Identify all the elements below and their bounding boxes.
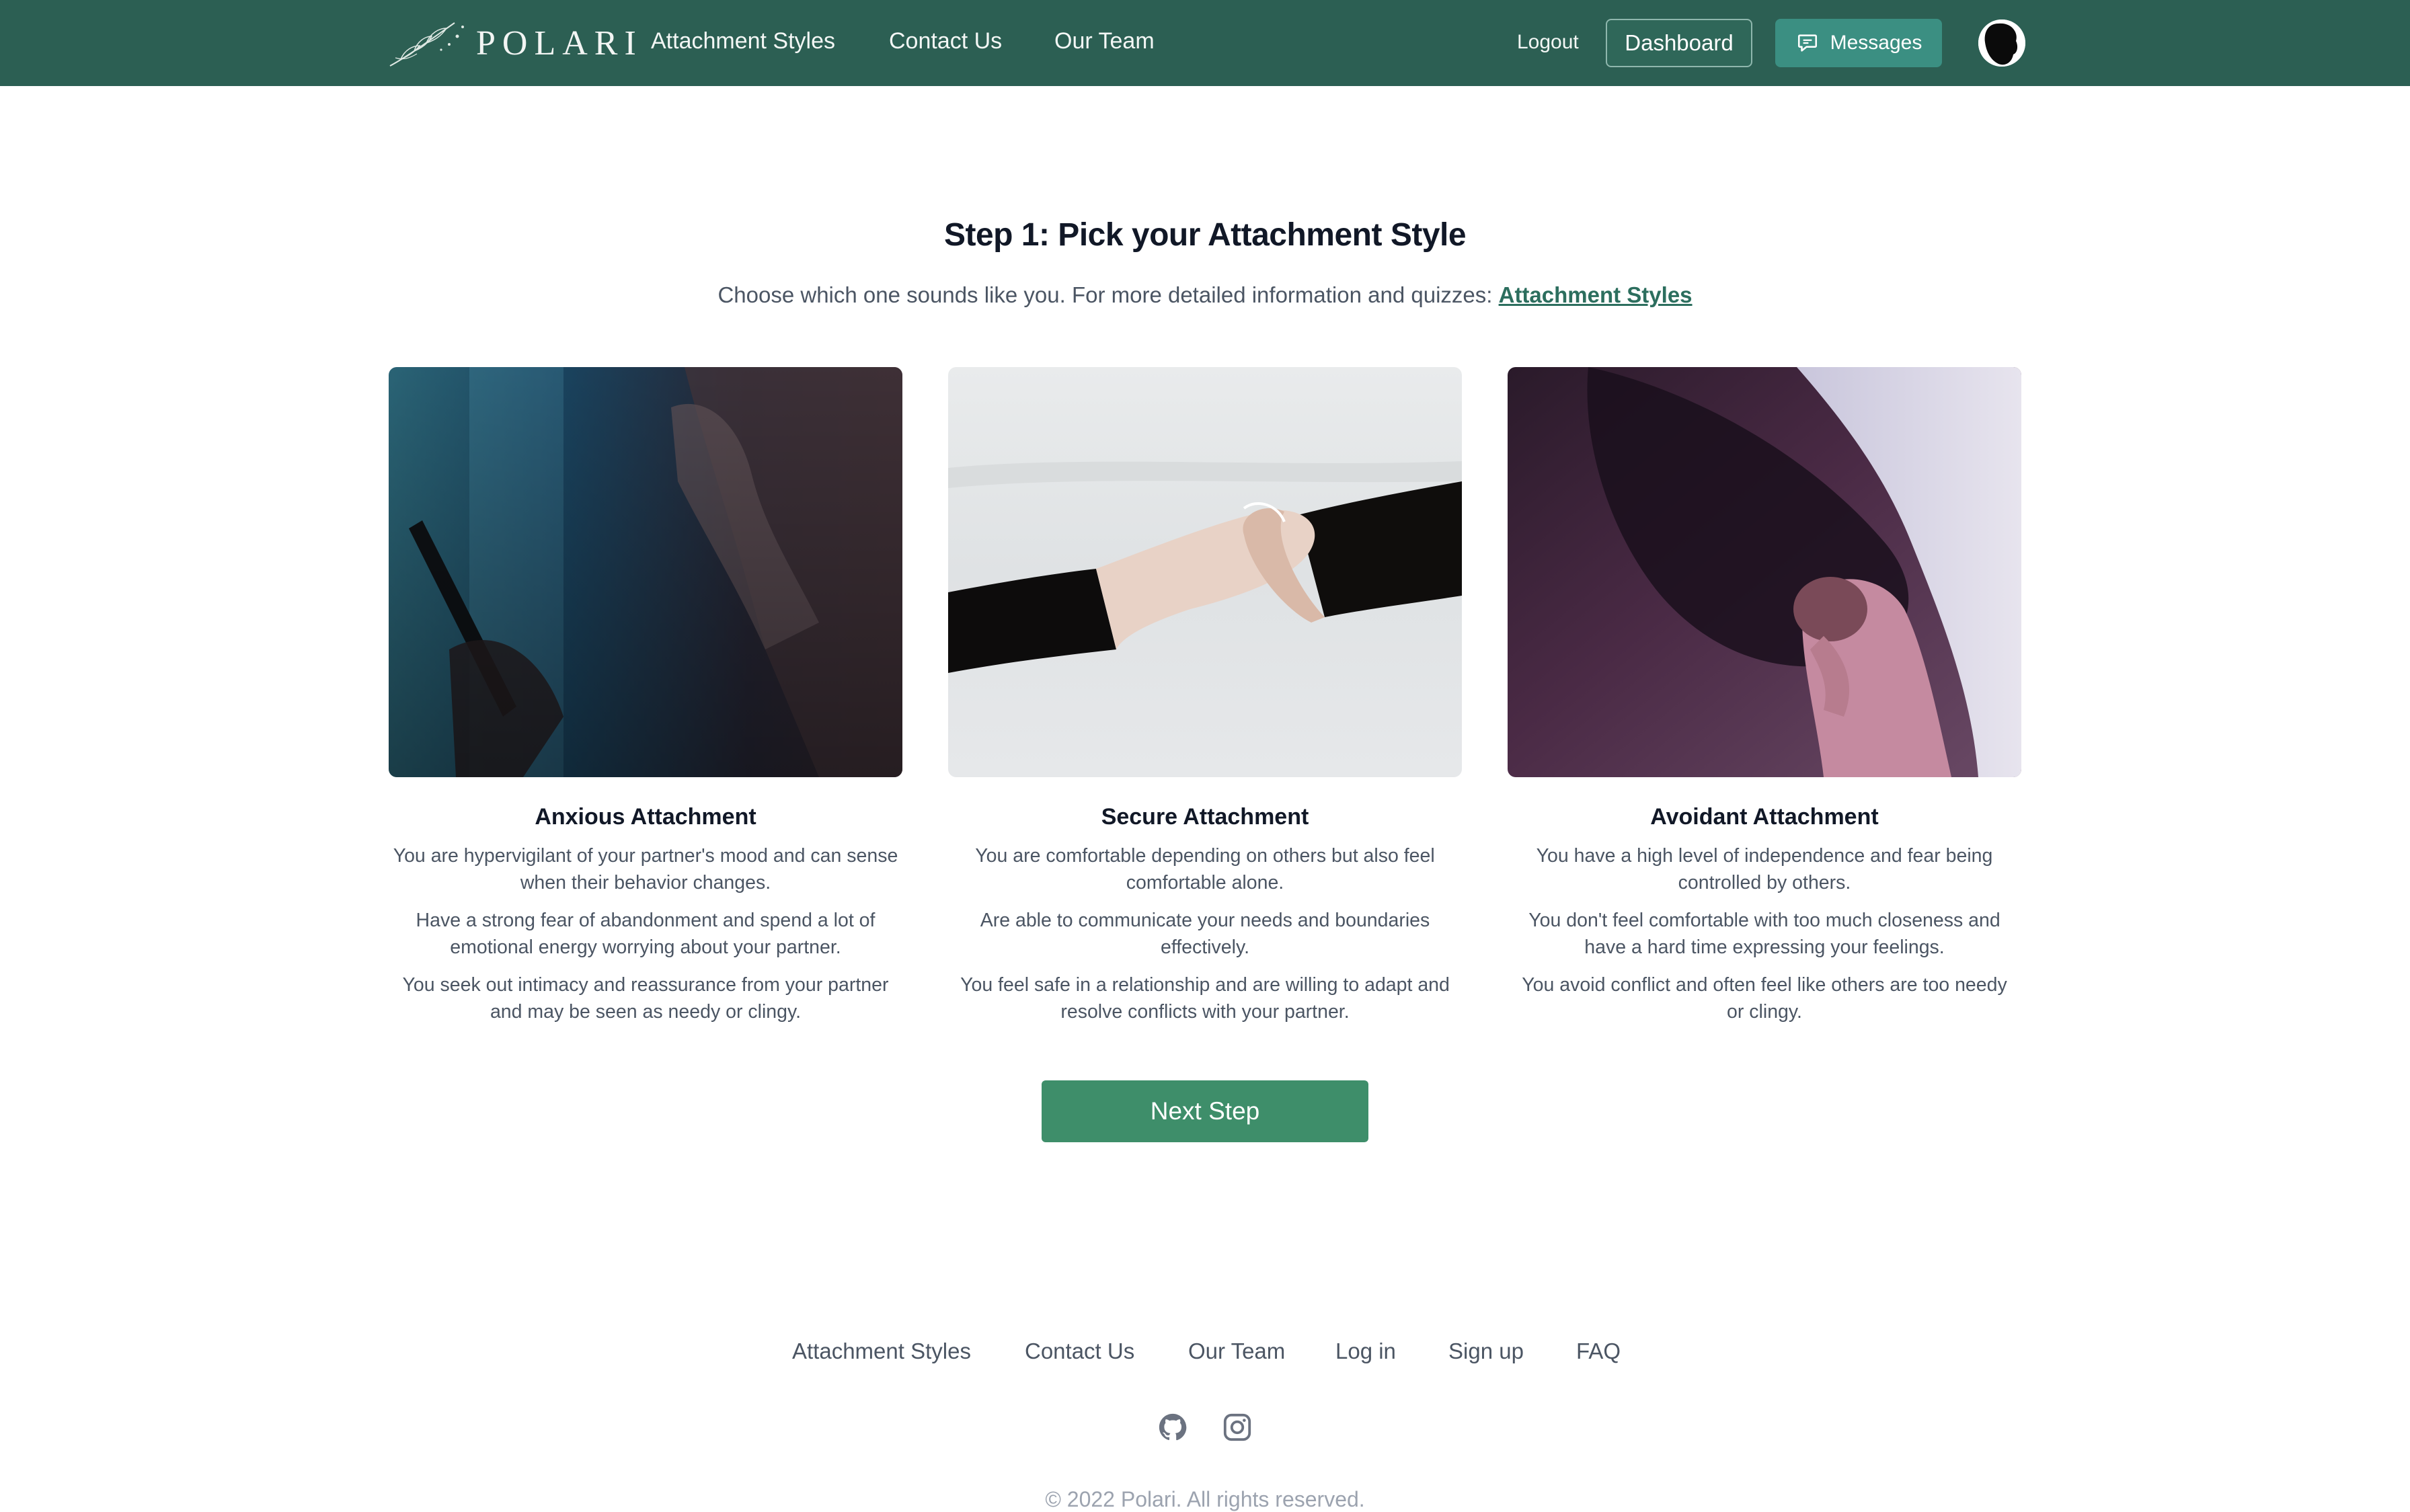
card-title: Secure Attachment — [1101, 804, 1309, 830]
instagram-icon[interactable] — [1222, 1412, 1253, 1443]
attachment-styles-link[interactable]: Attachment Styles — [1499, 282, 1693, 307]
anxious-attachment-image — [389, 367, 902, 777]
avoidant-attachment-image — [1508, 367, 2021, 777]
user-avatar[interactable] — [1978, 19, 2025, 67]
card-description: You don't feel comfortable with too much… — [1528, 910, 2000, 958]
footer-link-sign-up[interactable]: Sign up — [1448, 1339, 1524, 1364]
top-navbar: POLARI Attachment Styles Contact Us Our … — [0, 0, 2410, 86]
card-description: You have a high level of independence an… — [1536, 845, 1993, 893]
messages-label: Messages — [1830, 32, 1922, 54]
github-icon[interactable] — [1157, 1412, 1188, 1443]
card-description: You are comfortable depending on others … — [975, 845, 1435, 893]
footer-link-contact-us[interactable]: Contact Us — [1025, 1339, 1134, 1364]
chat-bubble-icon — [1797, 34, 1817, 52]
secure-attachment-image — [948, 367, 1462, 777]
nav-link-our-team[interactable]: Our Team — [1054, 28, 1155, 54]
next-step-button[interactable]: Next Step — [1042, 1080, 1368, 1142]
footer-link-attachment-styles[interactable]: Attachment Styles — [792, 1339, 971, 1364]
card-description: You are hypervigilant of your partner's … — [393, 845, 898, 893]
card-title: Avoidant Attachment — [1650, 804, 1879, 830]
brand-logo[interactable]: POLARI — [387, 16, 643, 70]
card-description: You seek out intimacy and reassurance fr… — [402, 974, 889, 1023]
footer-link-our-team[interactable]: Our Team — [1188, 1339, 1285, 1364]
nav-link-contact-us[interactable]: Contact Us — [889, 28, 1002, 54]
nav-link-attachment-styles[interactable]: Attachment Styles — [651, 28, 835, 54]
brand-name: POLARI — [476, 24, 643, 63]
footer-link-faq[interactable]: FAQ — [1576, 1339, 1621, 1364]
page-title: Step 1: Pick your Attachment Style — [943, 217, 1467, 253]
footer-link-log-in[interactable]: Log in — [1335, 1339, 1396, 1364]
card-title: Anxious Attachment — [535, 804, 756, 830]
card-description: Have a strong fear of abandonment and sp… — [416, 910, 876, 958]
dashboard-button[interactable]: Dashboard — [1606, 19, 1752, 67]
user-avatar-image — [1978, 19, 2025, 67]
card-avoidant-attachment[interactable]: Avoidant Attachment You have a high leve… — [1508, 367, 2021, 1025]
card-anxious-attachment[interactable]: Anxious Attachment You are hypervigilant… — [389, 367, 902, 1025]
messages-button[interactable]: Messages — [1775, 19, 1942, 67]
subtitle-text: Choose which one sounds like you. For mo… — [717, 282, 1493, 307]
copyright-text: © 2022 Polari. All rights reserved. — [1045, 1487, 1365, 1511]
logout-link[interactable]: Logout — [1517, 31, 1579, 54]
card-description: Are able to communicate your needs and b… — [980, 910, 1430, 958]
card-description: You feel safe in a relationship and are … — [960, 974, 1450, 1023]
polari-leaf-icon — [389, 22, 464, 67]
card-description: You avoid conflict and often feel like o… — [1522, 974, 2007, 1023]
card-secure-attachment[interactable]: Secure Attachment You are comfortable de… — [948, 367, 1462, 1025]
page-subtitle: Choose which one sounds like you. For mo… — [0, 282, 2410, 308]
